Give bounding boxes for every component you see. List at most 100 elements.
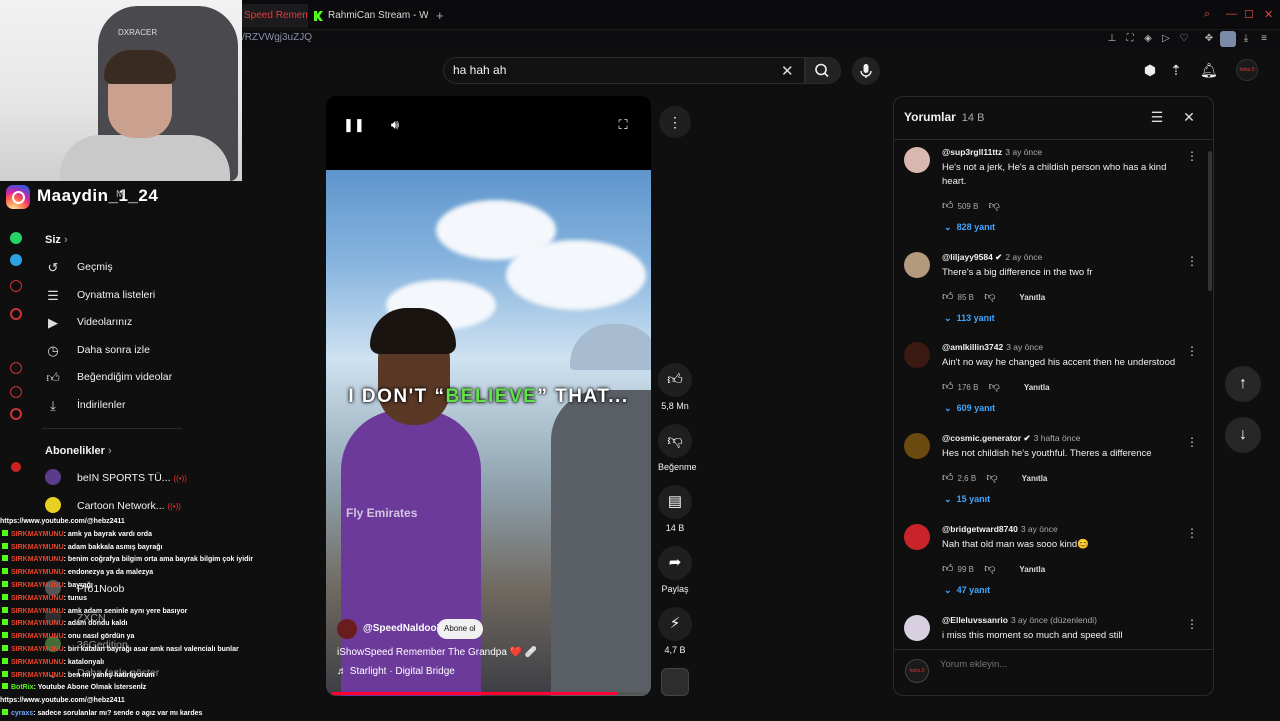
- commenter-avatar[interactable]: [904, 252, 930, 278]
- comment-menu-icon[interactable]: ⋮: [1186, 435, 1198, 449]
- comment-menu-icon[interactable]: ⋮: [1186, 344, 1198, 358]
- fullscreen-icon[interactable]: ⛶: [614, 116, 632, 134]
- search-button[interactable]: [805, 57, 841, 84]
- like-button[interactable]: 👍︎ 5,8 Mn: [658, 363, 692, 411]
- subscriptions-header[interactable]: Abonelikler ›: [45, 445, 112, 457]
- commenter-avatar[interactable]: [904, 147, 930, 173]
- dislike-button[interactable]: 👎︎ Beğenme: [658, 424, 697, 472]
- comment-author[interactable]: @bridgetward8740 3 ay önce: [942, 524, 1058, 534]
- commenter-avatar[interactable]: [904, 433, 930, 459]
- commenter-avatar[interactable]: [904, 615, 930, 641]
- screenshot-icon[interactable]: ⛶: [1124, 33, 1136, 45]
- comments-scrollbar[interactable]: [1208, 141, 1212, 646]
- comment-like-icon[interactable]: 👍︎: [942, 563, 954, 575]
- rail-yt-icon[interactable]: [11, 462, 21, 472]
- browser-tab-speed[interactable]: Speed Rememb: [242, 4, 308, 28]
- more-options-icon[interactable]: ⋮: [659, 106, 691, 138]
- comment-dislike-icon[interactable]: 👎︎: [989, 381, 1000, 393]
- volume-icon[interactable]: 🔊︎: [386, 116, 404, 134]
- profile-ext-icon[interactable]: [1220, 31, 1236, 47]
- telegram-icon[interactable]: [10, 254, 22, 266]
- comment-author[interactable]: @Elleluvssanrio 3 ay önce (düzenlendi): [942, 615, 1097, 625]
- rail-dot-icon[interactable]: [10, 280, 22, 292]
- channel-avatar[interactable]: [337, 619, 357, 639]
- whatsapp-icon[interactable]: [10, 232, 22, 244]
- rail-history-icon[interactable]: [10, 362, 22, 374]
- progress-bar[interactable]: [332, 692, 646, 695]
- shorts-player[interactable]: Fly Emirates I DON'T “BELIEVE” THAT... ❚…: [326, 96, 651, 696]
- channel-name[interactable]: @SpeedNaldoo7: [363, 623, 442, 634]
- heart-icon[interactable]: ♡: [1178, 33, 1190, 45]
- scrollbar-thumb[interactable]: [1208, 151, 1212, 291]
- close-window-icon[interactable]: ✕: [1264, 8, 1273, 21]
- comment-author[interactable]: @amlkillin3742 3 ay önce: [942, 342, 1043, 352]
- comment-dislike-icon[interactable]: 👎︎: [989, 200, 1000, 212]
- guide-item-history[interactable]: ↺ Geçmiş: [45, 258, 235, 278]
- reply-button[interactable]: Yanıtla: [1019, 293, 1045, 302]
- maximize-icon[interactable]: ☐: [1244, 8, 1254, 21]
- reply-button[interactable]: Yanıtla: [1019, 565, 1045, 574]
- pause-icon[interactable]: ❚❚: [343, 116, 365, 134]
- you-section-header[interactable]: Siz ›: [45, 234, 68, 246]
- create-icon[interactable]: ⬢: [1142, 62, 1158, 78]
- comment-like-icon[interactable]: 👍︎: [942, 200, 954, 212]
- menu-icon[interactable]: ≡: [1258, 33, 1270, 45]
- comment-menu-icon[interactable]: ⋮: [1186, 254, 1198, 268]
- minimize-icon[interactable]: —: [1226, 8, 1237, 20]
- new-tab-button[interactable]: +: [436, 8, 444, 23]
- pin-icon[interactable]: ⊥: [1106, 33, 1118, 45]
- comment-menu-icon[interactable]: ⋮: [1186, 149, 1198, 163]
- comment-dislike-icon[interactable]: 👎︎: [984, 291, 995, 303]
- rail-clock-icon[interactable]: [10, 386, 22, 398]
- replies-toggle[interactable]: ⌄ 47 yanıt: [944, 585, 990, 596]
- search-input[interactable]: [453, 63, 773, 77]
- comment-like-icon[interactable]: 👍︎: [942, 291, 954, 303]
- replies-toggle[interactable]: ⌄ 15 yanıt: [944, 494, 990, 505]
- replies-toggle[interactable]: ⌄ 113 yanıt: [944, 313, 995, 324]
- comment-author[interactable]: @cosmic.generator ✔ 3 hafta önce: [942, 433, 1080, 444]
- browser-tab-rahmican[interactable]: RahmiCan Stream - Watc: [310, 4, 428, 28]
- share-button[interactable]: ➦ Paylaş: [658, 546, 692, 594]
- rail-settings-icon[interactable]: [10, 408, 22, 420]
- add-comment-input[interactable]: [940, 659, 1190, 670]
- sort-icon[interactable]: ☰: [1149, 109, 1165, 125]
- close-icon[interactable]: ✕: [1181, 109, 1197, 125]
- notifications-icon[interactable]: 🔔︎: [1200, 62, 1218, 78]
- comment-menu-icon[interactable]: ⋮: [1186, 617, 1198, 631]
- search-tab-icon[interactable]: ⌕: [1204, 8, 1210, 21]
- account-avatar[interactable]: hebz.0: [1236, 59, 1258, 81]
- previous-short-button[interactable]: ↑: [1225, 366, 1261, 402]
- sound-thumbnail[interactable]: [661, 668, 689, 696]
- video-frame[interactable]: Fly Emirates I DON'T “BELIEVE” THAT...: [326, 170, 651, 696]
- subscribe-button[interactable]: Abone ol: [437, 619, 483, 639]
- comment-author[interactable]: @liljayy9584 ✔ 2 ay önce: [942, 252, 1042, 263]
- guide-item-liked[interactable]: 👍︎ Beğendiğim videolar: [45, 368, 235, 388]
- comment-dislike-icon[interactable]: 👎︎: [984, 563, 995, 575]
- comment-like-icon[interactable]: 👍︎: [942, 381, 954, 393]
- play-ext-icon[interactable]: ▷: [1160, 33, 1172, 45]
- guide-item-watch-later[interactable]: ◷ Daha sonra izle: [45, 341, 235, 361]
- comment-dislike-icon[interactable]: 👎︎: [986, 472, 997, 484]
- guide-item-downloads[interactable]: ⤓ İndirilenler: [45, 396, 235, 416]
- guide-item-your-videos[interactable]: ▶ Videolarınız: [45, 313, 235, 333]
- commenter-avatar[interactable]: [904, 524, 930, 550]
- subscription-cartoon-network[interactable]: Cartoon Network... ((•)): [45, 497, 235, 517]
- extensions-icon[interactable]: ✥: [1203, 33, 1215, 45]
- comment-like-icon[interactable]: 👍︎: [942, 472, 954, 484]
- commenter-avatar[interactable]: [904, 342, 930, 368]
- download-browser-icon[interactable]: ⤓: [1240, 33, 1252, 45]
- comment-author[interactable]: @sup3rgll11ttz 3 ay önce: [942, 147, 1042, 157]
- reply-button[interactable]: Yanıtla: [1024, 383, 1050, 392]
- music-label[interactable]: ♬ Starlight · Digital Bridge: [337, 666, 455, 677]
- guide-item-playlists[interactable]: ☰ Oynatma listeleri: [45, 286, 235, 306]
- subscription-bein[interactable]: beIN SPORTS TÜ... ((•)): [45, 469, 235, 489]
- replies-toggle[interactable]: ⌄ 609 yanıt: [944, 403, 995, 414]
- address-url[interactable]: /RZVWgj3uZJQ: [242, 32, 312, 43]
- voice-search-button[interactable]: [852, 57, 880, 85]
- comment-menu-icon[interactable]: ⋮: [1186, 526, 1198, 540]
- shield-icon[interactable]: ◈: [1142, 33, 1154, 45]
- clear-search-icon[interactable]: ✕: [781, 62, 794, 80]
- replies-toggle[interactable]: ⌄ 828 yanıt: [944, 222, 995, 233]
- remix-button[interactable]: ⚡︎ 4,7 B: [658, 607, 692, 655]
- rail-play-icon[interactable]: [10, 308, 22, 320]
